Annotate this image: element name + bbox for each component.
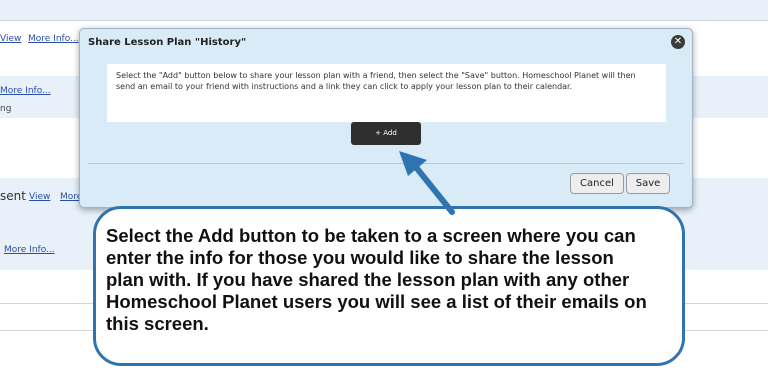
pointer-arrow-icon bbox=[399, 151, 455, 215]
